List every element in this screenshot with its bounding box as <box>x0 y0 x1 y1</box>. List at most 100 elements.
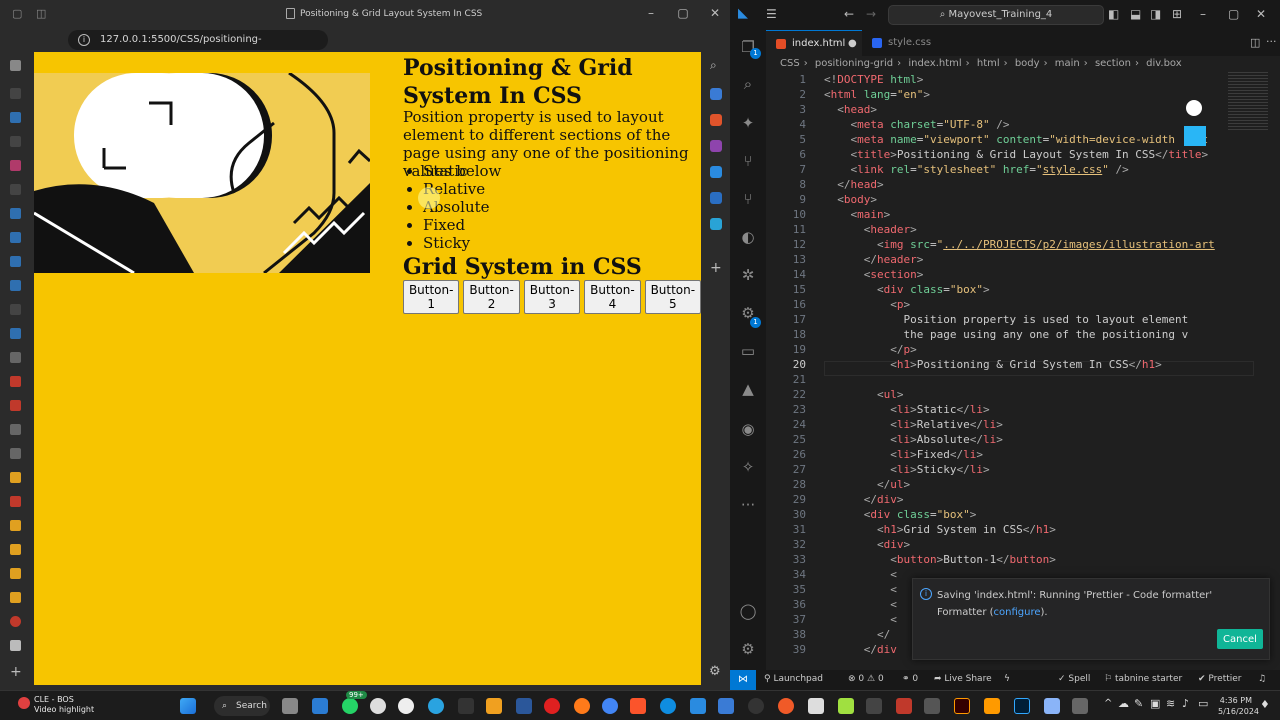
remote-icon[interactable]: ▭ <box>739 342 757 360</box>
code-line[interactable]: 28 </ul> <box>766 477 1266 492</box>
notifications-bell-icon[interactable]: ♫ <box>1258 674 1266 684</box>
tab-icon[interactable] <box>10 256 21 267</box>
code-line[interactable]: 22 <ul> <box>766 387 1266 402</box>
taskbar-app-icon[interactable] <box>924 698 940 714</box>
taskbar-app-icon[interactable] <box>1044 698 1060 714</box>
code-line[interactable]: 10 <main> <box>766 207 1266 222</box>
settings-gear-icon[interactable]: ⚙ <box>709 664 721 679</box>
taskbar-app-icon[interactable] <box>1072 698 1088 714</box>
sidebar-app-icon[interactable] <box>710 140 722 152</box>
code-line[interactable]: 15 <div class="box"> <box>766 282 1266 297</box>
unsaved-dot-icon[interactable]: ● <box>848 31 857 57</box>
system-clock[interactable]: 4:36 PM 5/16/2024 <box>1218 695 1259 717</box>
tab-icon[interactable] <box>10 448 21 459</box>
page-button-4[interactable]: Button-4 <box>584 280 641 314</box>
tab-icon[interactable] <box>10 88 21 99</box>
tab-icon[interactable] <box>10 568 21 579</box>
github-icon[interactable] <box>748 698 764 714</box>
ports-item[interactable]: ⚭ 0 <box>902 674 918 684</box>
tab-icon[interactable] <box>10 400 21 411</box>
nav-back-icon[interactable]: ← <box>844 7 854 21</box>
tab-icon[interactable] <box>10 328 21 339</box>
breadcrumb-item[interactable]: body <box>1015 58 1040 69</box>
minimap[interactable] <box>1228 72 1268 132</box>
code-line[interactable]: 12 <img src="../../PROJECTS/p2/images/il… <box>766 237 1266 252</box>
battery-icon[interactable]: ▭ <box>1198 697 1208 710</box>
copilot-icon[interactable]: ✦ <box>739 114 757 132</box>
tab-icon[interactable] <box>10 136 21 147</box>
sidebar-app-icon[interactable] <box>710 166 722 178</box>
task-view-icon[interactable] <box>282 698 298 714</box>
tab-icon[interactable] <box>10 496 21 507</box>
minimize-icon[interactable]: – <box>642 6 660 20</box>
code-line[interactable]: 7 <link rel="stylesheet" href="style.css… <box>766 162 1266 177</box>
page-button-5[interactable]: Button-5 <box>644 280 701 314</box>
search-icon[interactable]: ⌕ <box>710 58 717 73</box>
code-line[interactable]: 29 </div> <box>766 492 1266 507</box>
tab-icon[interactable] <box>10 472 21 483</box>
site-info-icon[interactable]: i <box>78 34 90 46</box>
close-icon[interactable]: ✕ <box>1256 7 1266 21</box>
configure-link[interactable]: configure <box>994 607 1041 618</box>
code-line[interactable]: 17 Position property is used to layout e… <box>766 312 1266 327</box>
wifi-icon[interactable]: ≋ <box>1166 697 1175 710</box>
illustrator-orange-icon[interactable] <box>984 698 1000 714</box>
illustrator-icon[interactable] <box>954 698 970 714</box>
taskbar-app-icon[interactable] <box>896 698 912 714</box>
cloud-icon[interactable]: ☁ <box>1118 697 1129 710</box>
breadcrumb-item[interactable]: index.html <box>908 58 961 69</box>
news-widget[interactable]: CLE - BOS Video highlight <box>18 695 94 715</box>
tab-style-css[interactable]: style.css <box>862 30 942 56</box>
taskbar-app-icon[interactable] <box>866 698 882 714</box>
outlook-icon[interactable] <box>710 192 722 204</box>
address-bar[interactable]: i 127.0.0.1:5500/CSS/positioning-grid/in… <box>68 30 328 65</box>
tab-icon[interactable] <box>10 616 21 627</box>
code-line[interactable]: 20 <h1>Positioning & Grid System In CSS<… <box>766 357 1266 372</box>
tab-icon[interactable] <box>10 544 21 555</box>
code-line[interactable]: 6 <title>Positioning & Grid Layout Syste… <box>766 147 1266 162</box>
code-line[interactable]: 9 <body> <box>766 192 1266 207</box>
breadcrumb-item[interactable]: section <box>1095 58 1131 69</box>
spell-item[interactable]: ✓ Spell <box>1058 674 1090 684</box>
taskbar-app-icon[interactable] <box>808 698 824 714</box>
show-hidden-icons[interactable]: ^ <box>1104 698 1112 709</box>
sidebar-app-icon[interactable] <box>710 218 722 230</box>
breadcrumb-item[interactable]: CSS <box>780 58 800 69</box>
tabnine-item[interactable]: ⚐ tabnine starter <box>1104 674 1182 684</box>
page-button-1[interactable]: Button-1 <box>403 280 460 314</box>
pen-icon[interactable]: ✎ <box>1134 697 1143 710</box>
windows-start-icon[interactable] <box>180 698 196 714</box>
tab-icon[interactable] <box>10 592 21 603</box>
taskbar-app-icon[interactable] <box>718 698 734 714</box>
code-line[interactable]: 1 <!DOCTYPE html> <box>766 72 1266 87</box>
account-icon[interactable]: ◯ <box>739 602 757 620</box>
code-line[interactable]: 24 <li>Relative</li> <box>766 417 1266 432</box>
active-tab-icon[interactable] <box>10 640 21 651</box>
file-explorer-icon[interactable] <box>486 698 502 714</box>
whatsapp-icon[interactable] <box>342 698 358 714</box>
minimize-icon[interactable]: – <box>1200 7 1206 21</box>
search-icon[interactable]: ⌕ <box>739 75 757 93</box>
code-line[interactable]: 33 <button>Button-1</button> <box>766 552 1266 567</box>
taskbar-search[interactable]: ⌕ Search <box>214 696 270 716</box>
taskbar-app-icon[interactable] <box>458 698 474 714</box>
breadcrumb-item[interactable]: div.box <box>1146 58 1182 69</box>
tab-icon[interactable] <box>10 280 21 291</box>
tab-icon[interactable] <box>10 376 21 387</box>
firefox-icon[interactable] <box>574 698 590 714</box>
telegram-icon[interactable] <box>428 698 444 714</box>
maximize-icon[interactable]: ▢ <box>674 6 692 20</box>
browser-profile-icon[interactable]: ▢ <box>12 7 22 20</box>
tab-index-html[interactable]: index.html ● <box>766 30 862 56</box>
notifications-bell-icon[interactable]: ♦ <box>1260 698 1270 711</box>
lightning-icon[interactable]: ϟ <box>1004 674 1010 684</box>
deploy-icon[interactable]: ✧ <box>739 458 757 476</box>
chrome-icon[interactable] <box>602 698 618 714</box>
tab-icon[interactable] <box>10 520 21 531</box>
extensions-debug-icon[interactable]: ✲ <box>739 266 757 284</box>
media-player-icon[interactable] <box>370 698 386 714</box>
code-line[interactable]: 14 <section> <box>766 267 1266 282</box>
more-views-icon[interactable]: ··· <box>739 496 757 514</box>
split-editor-icon[interactable]: ◫ <box>1250 36 1260 49</box>
remote-indicator-icon[interactable]: ⋈ <box>730 670 756 690</box>
